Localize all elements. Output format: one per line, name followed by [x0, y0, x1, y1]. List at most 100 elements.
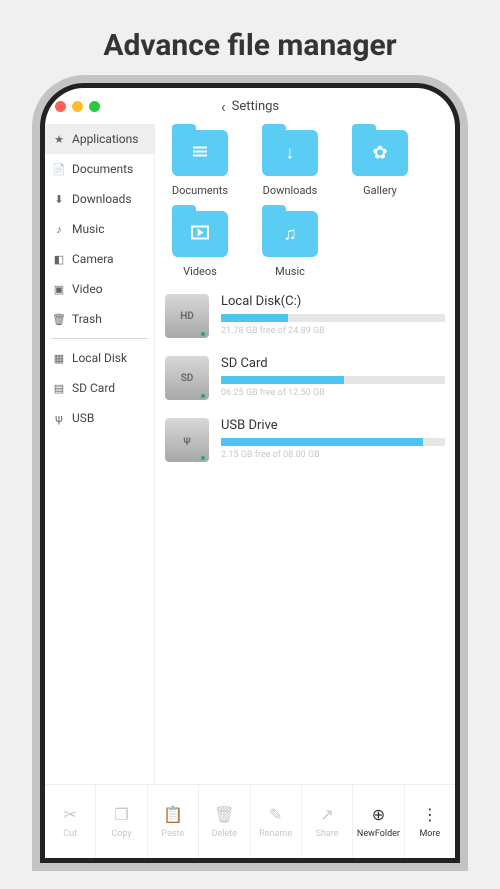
sidebar-item-label: SD Card	[72, 381, 115, 395]
folder-label: Documents	[172, 184, 228, 197]
folder-label: Downloads	[263, 184, 318, 197]
sidebar-item-video[interactable]: ▣ Video	[45, 274, 154, 304]
sidebar-item-camera[interactable]: ◧ Camera	[45, 244, 154, 274]
sidebar-item-label: Video	[72, 282, 103, 296]
documents-icon: 📄	[53, 163, 65, 176]
sidebar-item-music[interactable]: ♪Music	[45, 214, 154, 244]
page-title: Advance file manager	[0, 0, 500, 83]
storage-name: USB Drive	[221, 418, 445, 433]
folder-gallery[interactable]: ✿ Gallery	[345, 130, 415, 197]
bottombar-label: Share	[316, 829, 339, 839]
usb-icon: ψ	[53, 412, 65, 425]
traffic-lights	[55, 101, 100, 112]
sidebar-item-label: Applications	[72, 132, 138, 146]
bottombar-label: More	[419, 829, 440, 839]
storage-subtext: 21.78 GB free of 24.89 GB	[221, 326, 445, 336]
documents-inner-icon	[193, 144, 207, 163]
delete-icon: 🗑	[214, 805, 234, 825]
folder-icon: ✿	[352, 130, 408, 176]
storage-bar-fill	[221, 438, 423, 446]
sidebar-item-label: Music	[72, 222, 104, 236]
sidebar-item-sd-card[interactable]: ▤ SD Card	[45, 373, 154, 403]
back-button[interactable]: ‹ Settings	[221, 97, 279, 116]
more-button[interactable]: ⋮ More	[405, 785, 455, 858]
minimize-icon[interactable]	[72, 101, 83, 112]
maximize-icon[interactable]	[89, 101, 100, 112]
folder-label: Music	[275, 265, 305, 278]
newfolder-icon: ⊕	[372, 805, 385, 825]
paste-icon: 📋	[163, 805, 183, 825]
folder-icon: ♫	[262, 211, 318, 257]
folder-label: Gallery	[363, 184, 397, 197]
sidebar-item-downloads[interactable]: ⬇ Downloads	[45, 184, 154, 214]
sidebar-item-trash[interactable]: 🗑Trash	[45, 304, 154, 334]
storage-bar	[221, 314, 445, 322]
disk-icon: ψ	[165, 418, 209, 462]
sidebar-item-applications[interactable]: ★ Applications	[45, 124, 154, 154]
paste-button[interactable]: 📋Paste	[148, 785, 199, 858]
sidebar-item-local-disk[interactable]: ▦ Local Disk	[45, 343, 154, 373]
video-icon: ▣	[53, 283, 65, 296]
sidebar: ★Applications📄Documents⬇Downloads♪Music◧…	[45, 124, 155, 784]
storage-item[interactable]: HD Local Disk(C:) 21.78 GB free of 24.89 G…	[165, 294, 445, 338]
storage-bar	[221, 376, 445, 384]
content: Documents↓Downloads✿GalleryVideos♫Music …	[155, 124, 455, 784]
storage-list: HD Local Disk(C:) 21.78 GB free of 24.89 G…	[165, 294, 445, 462]
sidebar-item-label: Documents	[72, 162, 133, 176]
storage-bar-fill	[221, 314, 288, 322]
storage-item[interactable]: SD SD Card 06.25 GB free of 12.50 GB	[165, 356, 445, 400]
sidebar-item-documents[interactable]: 📄 Documents	[45, 154, 154, 184]
cut-button[interactable]: ✂ Cut	[45, 785, 96, 858]
sidebar-divider	[51, 338, 148, 339]
gallery-inner-icon: ✿	[372, 143, 387, 164]
storage-name: Local Disk(C:)	[221, 294, 445, 309]
bottombar-label: Copy	[111, 829, 131, 839]
rename-button[interactable]: ✎Rename	[251, 785, 302, 858]
storage-subtext: 2.15 GB free of 08.00 GB	[221, 450, 445, 460]
storage-bar-fill	[221, 376, 344, 384]
cut-icon: ✂	[63, 805, 76, 825]
sidebar-item-label: Downloads	[72, 192, 132, 206]
sidebar-item-label: Local Disk	[72, 351, 127, 365]
copy-button[interactable]: ❐Copy	[96, 785, 147, 858]
applications-icon: ★	[53, 133, 65, 146]
videos-inner-icon	[191, 225, 209, 244]
sidebar-item-label: Camera	[72, 252, 114, 266]
folder-downloads[interactable]: ↓ Downloads	[255, 130, 325, 197]
rename-icon: ✎	[269, 805, 282, 825]
bottombar: ✂ Cut ❐Copy📋Paste 🗑 Delete ✎Rename ↗ Share ⊕ NewF…	[45, 784, 455, 858]
sidebar-item-label: USB	[72, 411, 94, 425]
bottombar-label: Cut	[63, 829, 77, 839]
bottombar-label: Delete	[212, 829, 237, 839]
downloads-icon: ⬇	[53, 193, 65, 206]
more-icon: ⋮	[422, 805, 438, 825]
back-label: Settings	[232, 99, 279, 114]
folder-music[interactable]: ♫ Music	[255, 211, 325, 278]
bottombar-label: NewFolder	[357, 829, 400, 839]
sidebar-item-label: Trash	[72, 312, 102, 326]
close-icon[interactable]	[55, 101, 66, 112]
folder-icon	[172, 130, 228, 176]
storage-item[interactable]: ψ USB Drive 2.15 GB free of 08.00 GB	[165, 418, 445, 462]
folder-icon: ↓	[262, 130, 318, 176]
local-disk-icon: ▦	[53, 352, 65, 365]
disk-icon: HD	[165, 294, 209, 338]
folder-grid: Documents ↓ Downloads ✿ Gallery Videos ♫ Music	[165, 130, 445, 278]
folder-videos[interactable]: Videos	[165, 211, 235, 278]
downloads-inner-icon: ↓	[286, 143, 295, 164]
share-icon: ↗	[320, 805, 333, 825]
storage-name: SD Card	[221, 356, 445, 371]
device-frame: ‹ Settings ★ Applications 📄 Documents ⬇ Downl…	[40, 83, 460, 863]
newfolder-button[interactable]: ⊕ NewFolder	[353, 785, 404, 858]
music-inner-icon: ♫	[283, 224, 297, 245]
sidebar-item-usb[interactable]: ψ USB	[45, 403, 154, 433]
topbar: ‹ Settings	[45, 88, 455, 124]
folder-documents[interactable]: Documents	[165, 130, 235, 197]
share-button[interactable]: ↗ Share	[302, 785, 353, 858]
disk-icon: SD	[165, 356, 209, 400]
sd-card-icon: ▤	[53, 382, 65, 395]
storage-subtext: 06.25 GB free of 12.50 GB	[221, 388, 445, 398]
camera-icon: ◧	[53, 253, 65, 266]
storage-bar	[221, 438, 445, 446]
delete-button[interactable]: 🗑 Delete	[199, 785, 250, 858]
